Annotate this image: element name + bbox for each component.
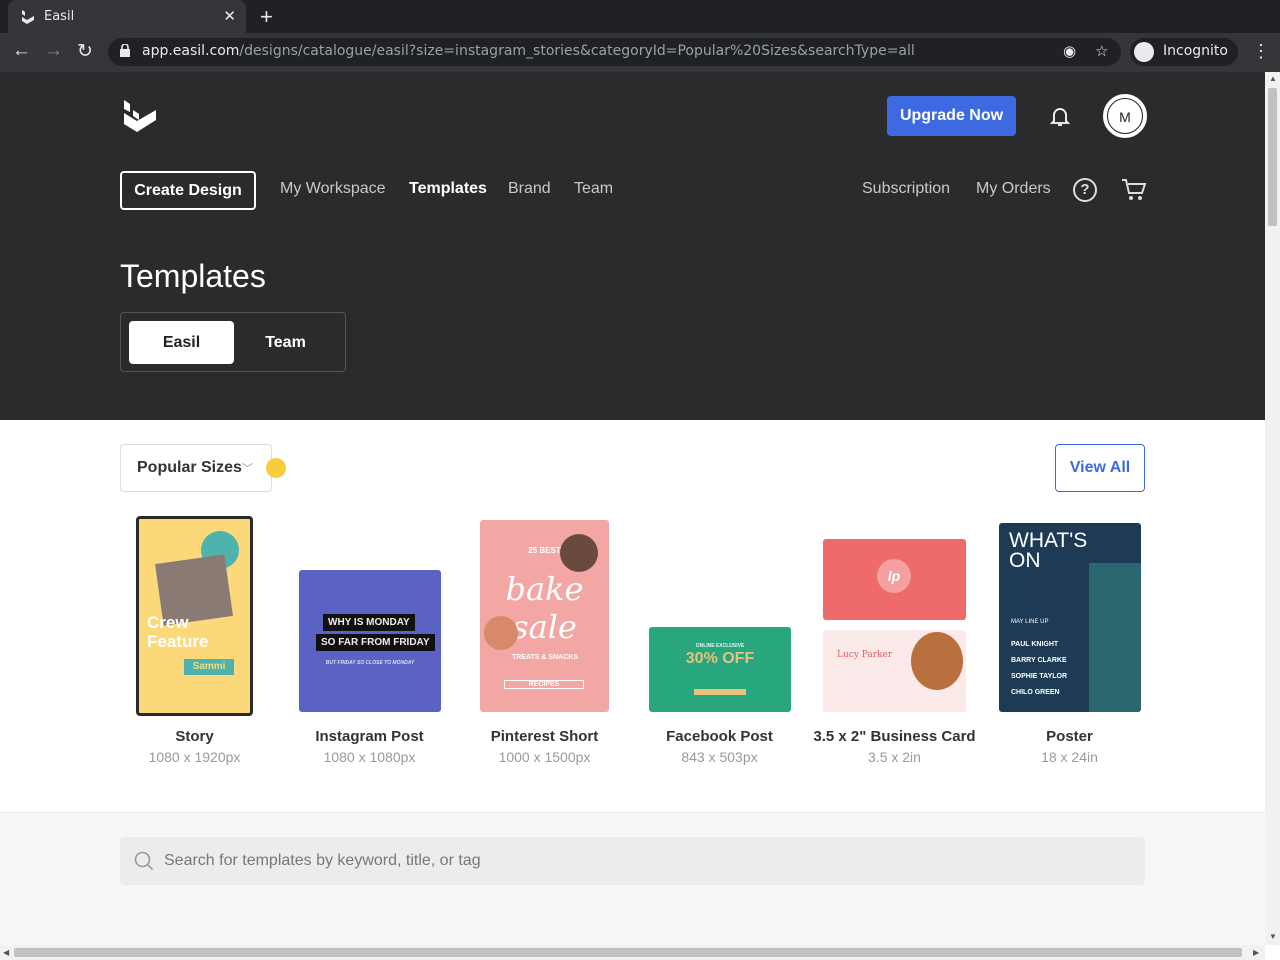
size-card-business-card[interactable]: lp Lucy Parker 3.5 x 2" Business Card 3.… [807,515,982,775]
size-name: Story [175,728,214,745]
reload-icon[interactable]: ↻ [77,40,93,63]
nav-templates[interactable]: Templates [409,180,487,198]
url-text: app.easil.com/designs/catalogue/easil?si… [142,43,915,59]
app-header: Upgrade Now M Create Design My Workspace… [0,72,1265,420]
thumb-text: 30% OFF [685,650,755,667]
size-name: 3.5 x 2" Business Card [813,728,976,745]
size-card-instagram-post[interactable]: WHY IS MONDAY SO FAR FROM FRIDAY BUT FRI… [282,515,457,775]
nav-my-orders[interactable]: My Orders [976,180,1051,198]
size-dims: 843 x 503px [681,749,758,765]
easil-logo-icon[interactable] [123,100,157,132]
thumb-text: Sammi [184,659,234,675]
upgrade-now-button[interactable]: Upgrade Now [887,96,1016,136]
nav-my-workspace[interactable]: My Workspace [280,180,386,198]
horizontal-scroll-thumb[interactable] [14,948,1242,957]
help-icon[interactable]: ? [1073,178,1097,202]
chevron-down-icon: ﹀ [242,463,253,475]
incognito-label: Incognito [1163,43,1228,59]
tracking-blocked-icon[interactable]: ◉ [1063,42,1076,60]
page-title: Templates [120,258,266,294]
template-search-bar[interactable] [120,837,1145,885]
browser-menu-icon[interactable]: ⋮ [1252,41,1270,62]
horizontal-scrollbar[interactable]: ◀ ▶ [0,945,1265,960]
address-bar[interactable]: app.easil.com/designs/catalogue/easil?si… [108,38,1121,66]
thumb-text: BUT FRIDAY SO CLOSE TO MONDAY [325,660,415,666]
size-dims: 1080 x 1920px [148,749,241,765]
business-card-back-thumbnail[interactable]: Lucy Parker [823,630,966,712]
browser-tab[interactable]: Easil ✕ [8,0,246,33]
toggle-easil[interactable]: Easil [129,321,234,364]
toggle-team[interactable]: Team [233,321,338,364]
indicator-dot [266,458,286,478]
size-dims: 1000 x 1500px [498,749,591,765]
incognito-badge[interactable]: Incognito [1130,38,1238,66]
facebook-post-thumbnail[interactable]: ONLINE EXCLUSIVE 30% OFF [649,627,791,712]
vertical-scrollbar[interactable]: ▲ ▼ [1265,72,1280,945]
user-avatar[interactable]: M [1103,94,1147,138]
thumb-text: SOPHIE TAYLOR [1011,673,1068,680]
lock-icon [120,44,130,57]
thumb-text: WHY IS MONDAY [323,614,415,631]
easil-favicon-icon [22,10,34,24]
size-card-story[interactable]: Crew Feature Sammi Story 1080 x 1920px [107,515,282,775]
tab-title: Easil [44,9,75,24]
new-tab-icon[interactable]: + [260,4,273,30]
poster-thumbnail[interactable]: WHAT'S ON MAY LINE UP PAUL KNIGHT BARRY … [999,523,1141,712]
view-all-button[interactable]: View All [1055,444,1145,492]
nav-brand[interactable]: Brand [508,180,551,198]
thumb-text: Feature [147,632,209,651]
search-icon [134,851,154,871]
thumb-text: lp [877,559,911,593]
story-thumbnail[interactable]: Crew Feature Sammi [136,516,253,716]
popular-sizes-dropdown[interactable]: Popular Sizes ﹀ [120,444,272,492]
notifications-bell-icon[interactable] [1048,104,1072,128]
size-name: Instagram Post [315,728,424,745]
size-dims: 1080 x 1080px [323,749,416,765]
scroll-left-icon[interactable]: ◀ [3,948,9,957]
size-dims: 18 x 24in [1041,749,1098,765]
avatar-initial: M [1107,98,1143,134]
incognito-icon [1134,42,1154,62]
thumb-text: PAUL KNIGHT [1011,641,1059,648]
bookmark-star-icon[interactable]: ☆ [1095,42,1108,60]
size-name: Facebook Post [666,728,773,745]
close-tab-icon[interactable]: ✕ [223,7,236,25]
create-design-button[interactable]: Create Design [120,171,256,210]
browser-tab-bar: Easil ✕ + [0,0,1280,33]
scroll-down-icon[interactable]: ▼ [1269,932,1277,941]
browser-toolbar: ← → ↻ app.easil.com/designs/catalogue/ea… [0,33,1280,72]
thumb-text: WHAT'S ON [1009,529,1088,572]
instagram-post-thumbnail[interactable]: WHY IS MONDAY SO FAR FROM FRIDAY BUT FRI… [299,570,441,712]
size-dims: 3.5 x 2in [868,749,921,765]
thumb-text: Crew [147,613,189,632]
search-input[interactable] [164,837,1124,885]
thumb-text: MAY LINE UP [1011,619,1049,625]
scroll-up-icon[interactable]: ▲ [1269,74,1277,83]
popular-sizes-label: Popular Sizes [137,459,242,476]
nav-team[interactable]: Team [574,180,613,198]
thumb-text: BARRY CLARKE [1011,657,1067,664]
back-icon[interactable]: ← [12,40,31,62]
size-card-pinterest-short[interactable]: 25 BEST bake sale TREATS & SNACKS RECIPE… [457,515,632,775]
thumb-text: RECIPES [504,680,584,689]
pinterest-thumbnail[interactable]: 25 BEST bake sale TREATS & SNACKS RECIPE… [480,520,609,712]
business-card-front-thumbnail[interactable]: lp [823,539,966,620]
thumb-text: CHILO GREEN [1011,689,1060,696]
forward-icon[interactable]: → [44,40,63,62]
size-card-poster[interactable]: WHAT'S ON MAY LINE UP PAUL KNIGHT BARRY … [982,515,1157,775]
thumb-text: TREATS & SNACKS [512,654,578,661]
thumb-text: ONLINE EXCLUSIVE [695,643,745,649]
templates-source-toggle: Easil Team [120,312,346,372]
cart-icon[interactable] [1121,178,1147,202]
thumb-text: SO FAR FROM FRIDAY [316,634,435,651]
thumb-text: Lucy Parker [837,650,893,660]
size-name: Pinterest Short [490,728,599,745]
vertical-scroll-thumb[interactable] [1268,88,1277,226]
size-card-facebook-post[interactable]: ONLINE EXCLUSIVE 30% OFF Facebook Post 8… [632,515,807,775]
size-name: Poster [1046,728,1093,745]
nav-subscription[interactable]: Subscription [862,180,950,198]
scroll-right-icon[interactable]: ▶ [1253,948,1259,957]
